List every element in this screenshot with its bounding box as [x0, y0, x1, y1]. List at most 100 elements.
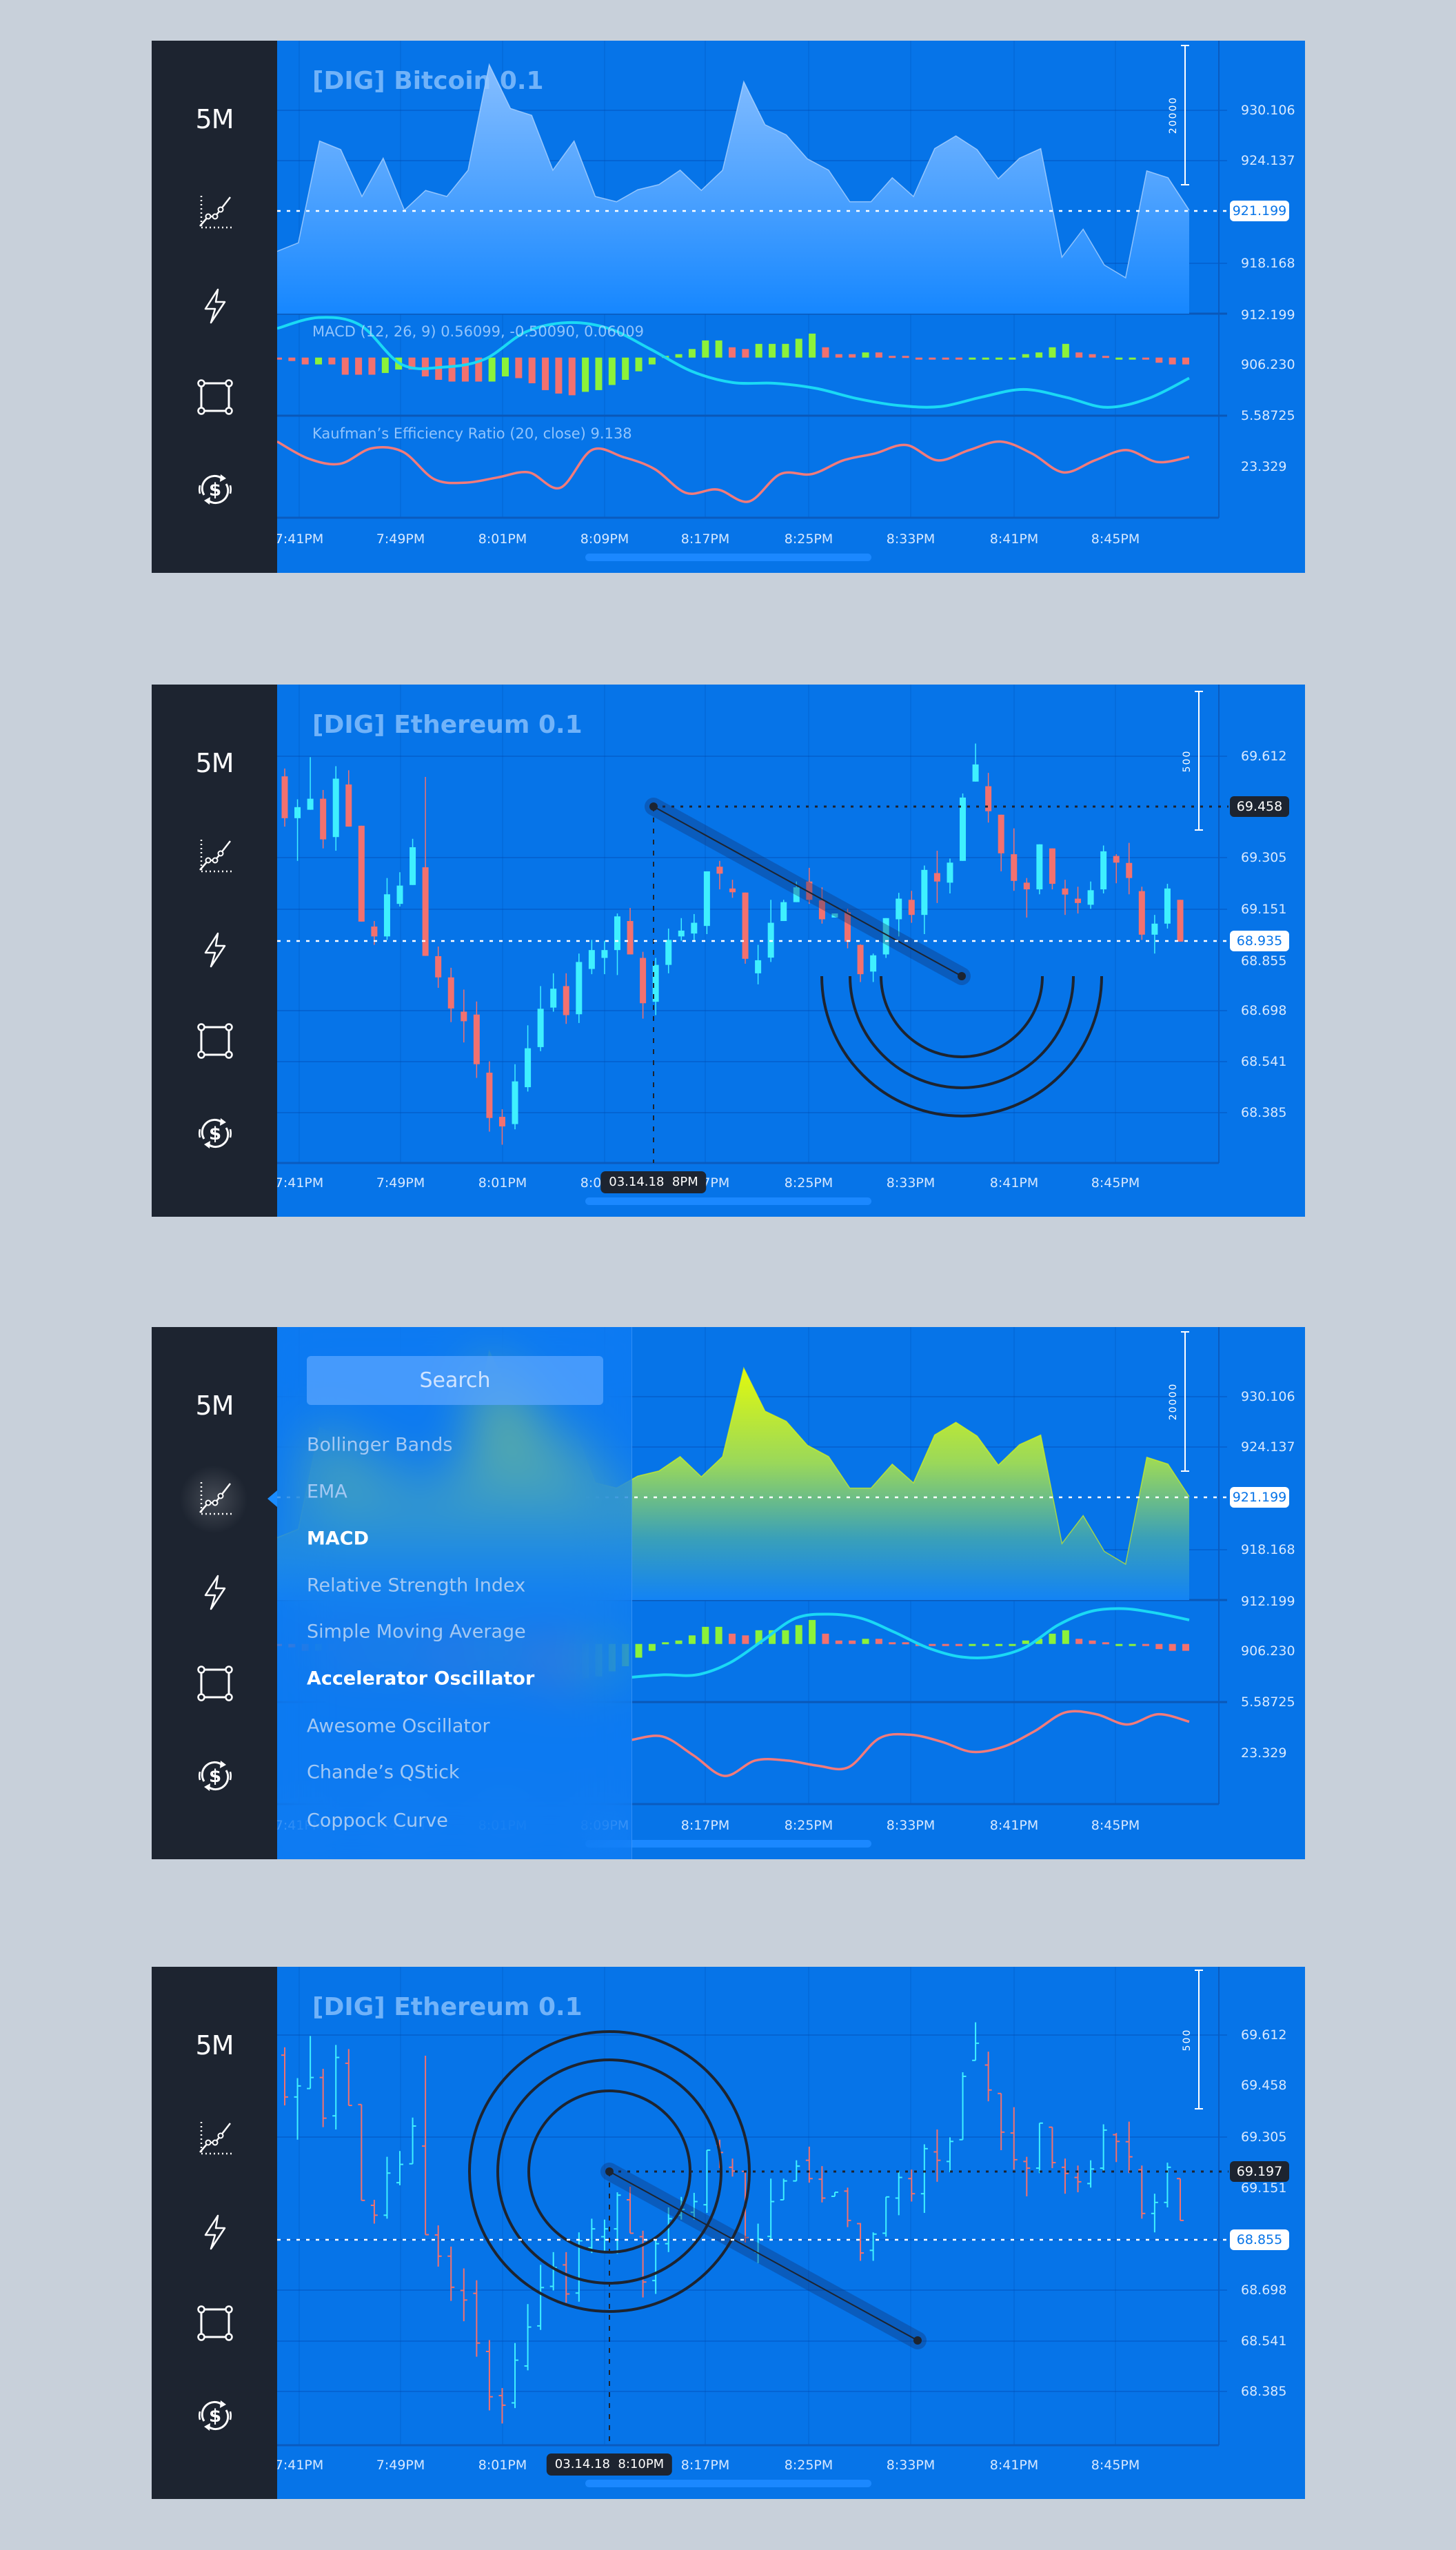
macd-histogram-bar	[488, 357, 496, 382]
candle-body	[1049, 848, 1055, 884]
candlestick	[665, 928, 672, 973]
trendline-handle[interactable]	[605, 2167, 614, 2176]
time-axis-label: 7:41PM	[274, 2458, 324, 2473]
macd-histogram-bar	[515, 357, 523, 378]
time-scrollbar[interactable]	[585, 2480, 871, 2487]
indicators-chart-button[interactable]	[197, 2121, 233, 2156]
indicators-chart-button[interactable]	[197, 1481, 233, 1517]
candlestick	[1151, 915, 1158, 954]
indicator-menu-item[interactable]: Coppock Curve	[307, 1810, 448, 1832]
indicator-search-input[interactable]: Search	[307, 1356, 603, 1405]
ohlc-bar	[614, 2192, 621, 2254]
macd-histogram-bar	[982, 357, 989, 360]
macd-histogram-bar	[1169, 357, 1176, 365]
trendline-handle[interactable]	[958, 972, 966, 980]
candle-body	[410, 847, 416, 885]
time-scrollbar[interactable]	[585, 1197, 871, 1205]
macd-histogram-bar	[902, 1642, 909, 1645]
drawing-rectangle-button[interactable]	[197, 1666, 233, 1701]
price-axis-label: 69.305	[1241, 2129, 1287, 2145]
ohlc-bar	[805, 2146, 813, 2183]
candlestick	[435, 947, 442, 988]
currency-exchange-button[interactable]: $	[197, 472, 233, 507]
indicator-menu-item[interactable]: EMA	[307, 1481, 347, 1503]
timeframe-button[interactable]: 5M	[152, 104, 277, 134]
indicators-chart-button[interactable]	[197, 838, 233, 874]
currency-exchange-icon: $	[198, 1761, 232, 1791]
ohlc-bar	[1177, 2178, 1184, 2221]
time-scrollbar[interactable]	[585, 554, 871, 561]
chart-title: [DIG] Bitcoin 0.1	[312, 67, 544, 95]
candle-body	[525, 1048, 532, 1088]
drawing-rectangle-button[interactable]	[197, 379, 233, 415]
price-axis-label: 5.58725	[1241, 408, 1295, 423]
macd-histogram-bar	[381, 357, 389, 374]
indicator-menu-item[interactable]: Bollinger Bands	[307, 1435, 452, 1456]
lightning-button[interactable]	[197, 288, 233, 324]
macd-histogram-bar	[742, 1635, 749, 1644]
ohlc-bar	[882, 2196, 890, 2237]
macd-histogram-bar	[675, 1640, 682, 1644]
price-area	[277, 64, 1189, 314]
indicator-menu-item[interactable]: Simple Moving Average	[307, 1621, 526, 1643]
indicator-menu-item[interactable]: Relative Strength Index	[307, 1575, 525, 1597]
ohlc-bar	[895, 2172, 902, 2216]
macd-histogram-bar	[461, 357, 469, 382]
price-axis-label: 23.329	[1241, 459, 1287, 474]
macd-histogram-bar	[1182, 357, 1189, 365]
fibonacci-arc-drawing[interactable]	[820, 975, 1103, 1117]
drawing-rectangle-button[interactable]	[197, 1023, 233, 1059]
candle-body	[422, 867, 429, 956]
lightning-button[interactable]	[197, 1575, 233, 1610]
time-axis-label: 7:41PM	[274, 532, 324, 547]
indicators-chart-icon	[199, 1482, 232, 1515]
macd-histogram-bar	[635, 357, 643, 372]
price-axis-label: 69.458	[1241, 2078, 1287, 2093]
candlestick	[998, 814, 1004, 871]
ohlc-bar	[767, 2178, 775, 2241]
candlestick	[358, 825, 365, 922]
currency-exchange-button[interactable]: $	[197, 2398, 233, 2433]
currency-exchange-button[interactable]: $	[197, 1758, 233, 1794]
candle-body	[537, 1009, 544, 1047]
candle-body	[563, 986, 569, 1015]
svg-text:$: $	[209, 1124, 221, 1144]
drawing-rectangle-button[interactable]	[197, 2305, 233, 2341]
lightning-icon	[204, 2214, 226, 2250]
candle-body	[294, 807, 301, 818]
ohlc-bar	[1023, 2156, 1031, 2196]
macd-histogram-bar	[956, 357, 962, 360]
macd-histogram-bar	[995, 357, 1003, 360]
macd-histogram-bar	[675, 354, 682, 358]
timeframe-button[interactable]: 5M	[152, 2030, 277, 2061]
candle-body	[1023, 882, 1030, 890]
indicator-menu-item[interactable]: MACD	[307, 1528, 369, 1550]
candlestick	[614, 913, 620, 975]
crosshair-price-tag: 69.458	[1230, 796, 1289, 817]
candle-body	[640, 958, 647, 1004]
fibonacci-arc-drawing[interactable]	[880, 975, 1044, 1058]
ohlc-bar	[588, 2218, 596, 2254]
ohlc-bar	[1100, 2124, 1107, 2172]
timeframe-button[interactable]: 5M	[152, 748, 277, 778]
candlestick	[601, 940, 608, 975]
lightning-button[interactable]	[197, 2214, 233, 2250]
candle-body	[921, 869, 928, 915]
macd-histogram-bar	[889, 356, 896, 358]
currency-exchange-button[interactable]: $	[197, 1115, 233, 1151]
chart-title: [DIG] Ethereum 0.1	[312, 1993, 583, 2021]
indicator-menu-item[interactable]: Accelerator Oscillator	[307, 1668, 534, 1690]
trendline-handle[interactable]	[649, 802, 658, 811]
macd-histogram-bar	[1142, 1643, 1149, 1646]
indicator-menu-item[interactable]: Chande’s QStick	[307, 1762, 460, 1783]
lightning-button[interactable]	[197, 932, 233, 968]
macd-histogram-bar	[809, 333, 816, 358]
trendline-handle[interactable]	[913, 2336, 922, 2345]
macd-histogram-bar	[782, 1630, 789, 1644]
trendline-drawing[interactable]	[653, 806, 962, 977]
timeframe-button[interactable]: 5M	[152, 1390, 277, 1421]
indicators-chart-button[interactable]	[197, 194, 233, 230]
indicator-menu-item[interactable]: Awesome Oscillator	[307, 1716, 490, 1737]
ohlc-bar	[818, 2166, 826, 2203]
ohlc-bar	[920, 2144, 928, 2213]
